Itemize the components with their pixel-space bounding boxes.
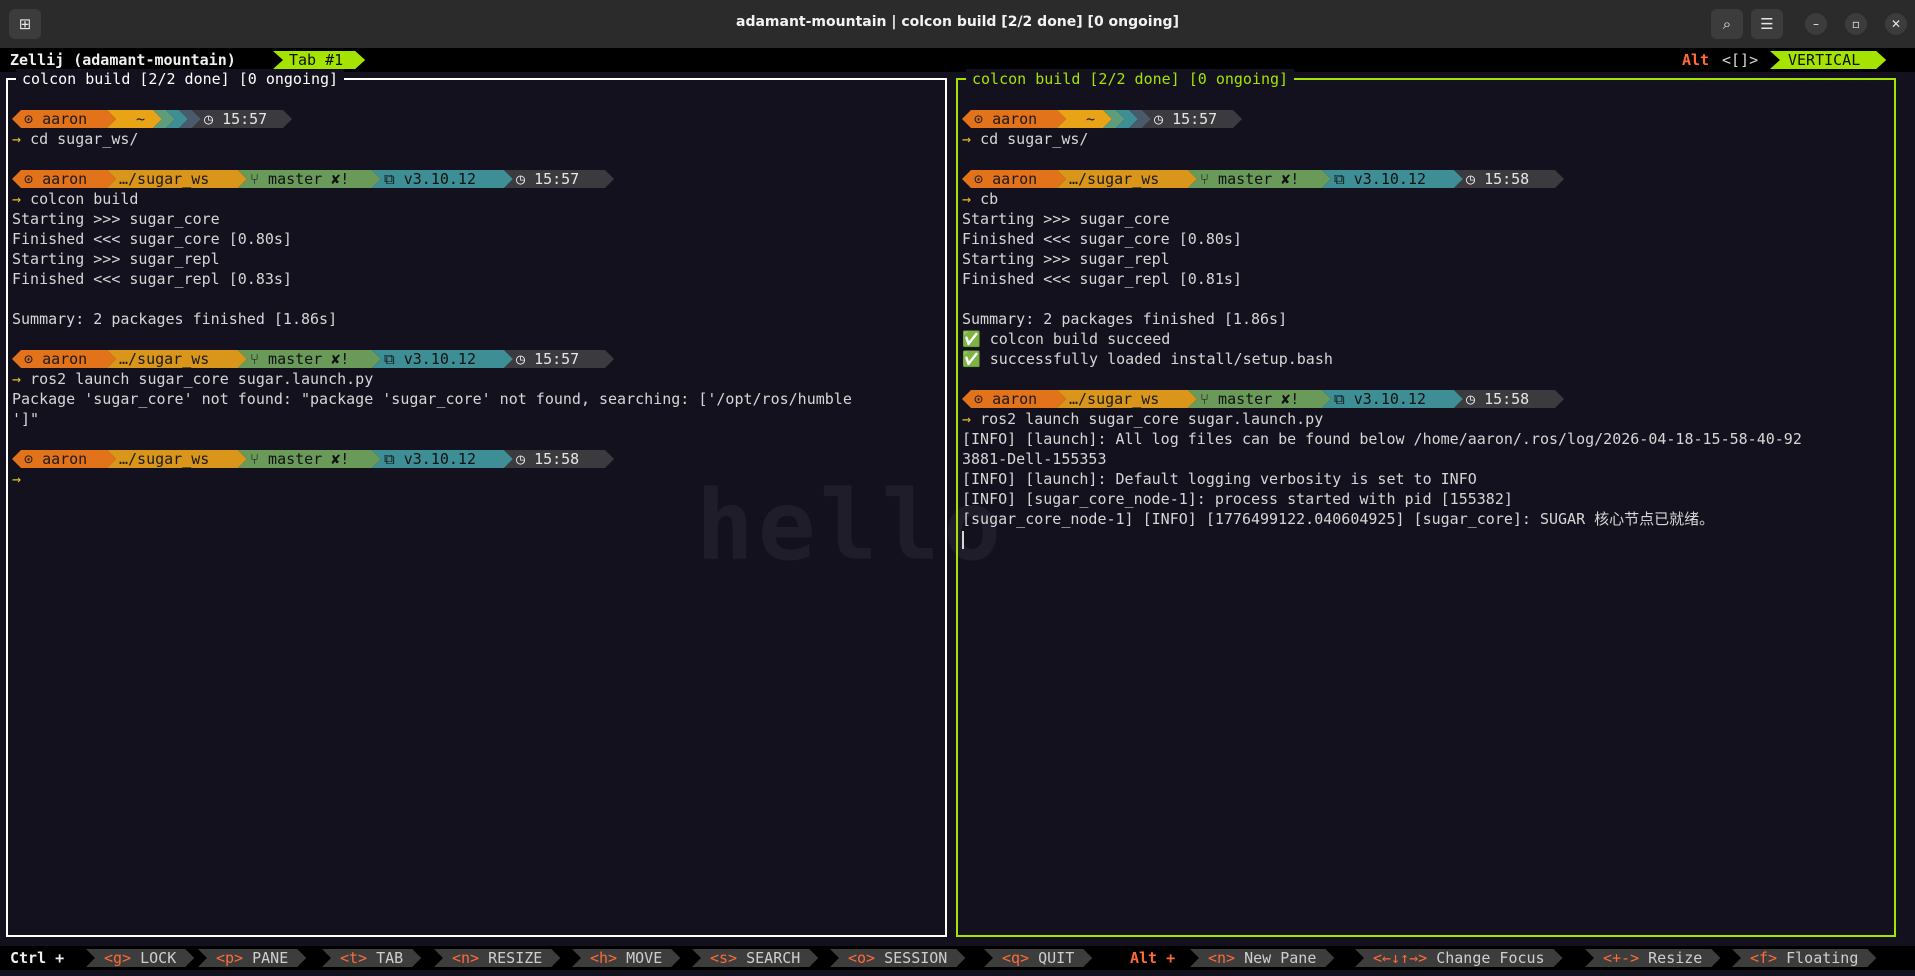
prompt-arrow-icon: → [12, 190, 22, 208]
python-icon: ⧉ [1334, 170, 1345, 188]
output-line: [sugar_core_node-1] [INFO] [1776499122.0… [962, 510, 1715, 528]
user-icon: ⊙ [974, 110, 984, 128]
shell-prompt: ⊙ aaron …/sugar_ws ⑂ master ✘! ⧉ v3.10.1… [12, 450, 48, 468]
git-branch-icon: ⑂ [1200, 170, 1210, 188]
keybind-resize-alt[interactable]: <+-> Resize [1585, 949, 1720, 967]
window-title: adamant-mountain | colcon build [2/2 don… [736, 14, 1179, 30]
clock-icon: ◷ [204, 110, 214, 128]
ctrl-label: Ctrl + [10, 949, 65, 967]
output-line: Starting >>> sugar_repl [962, 250, 1170, 268]
output-line: ✅ successfully loaded install/setup.bash [962, 350, 1333, 368]
shell-prompt: ⊙ aaron ~ ◷ 15:57 [962, 110, 998, 128]
clock-icon: ◷ [516, 450, 526, 468]
shell-prompt: ⊙ aaron …/sugar_ws ⑂ master ✘! ⧉ v3.10.1… [12, 170, 48, 188]
clock-icon: ◷ [516, 170, 526, 188]
keybind-tab[interactable]: <t> TAB [322, 949, 421, 967]
output-line: Summary: 2 packages finished [1.86s] [12, 310, 338, 328]
zellij-status-bar: Ctrl + <g> LOCK <p> PANE <t> TAB <n> RES… [0, 946, 1915, 970]
command-text: ros2 launch sugar_core sugar.launch.py [980, 410, 1324, 428]
output-line: Finished <<< sugar_repl [0.83s] [12, 270, 292, 288]
shell-prompt: ⊙ aaron ~ ◷ 15:57 [12, 110, 48, 128]
keybind-lock[interactable]: <g> LOCK [86, 949, 194, 967]
command-text: cb [980, 190, 999, 208]
prompt-arrow-icon: → [12, 130, 22, 148]
clock-icon: ◷ [1466, 390, 1476, 408]
python-icon: ⧉ [1334, 390, 1345, 408]
python-icon: ⧉ [384, 350, 395, 368]
prompt-arrow-icon: → [962, 190, 972, 208]
clock-icon: ◷ [1466, 170, 1476, 188]
output-line: Starting >>> sugar_core [962, 210, 1170, 228]
output-line: ']" [12, 410, 40, 428]
command-text: ros2 launch sugar_core sugar.launch.py [30, 370, 374, 388]
shell-prompt: ⊙ aaron …/sugar_ws ⑂ master ✘! ⧉ v3.10.1… [12, 350, 48, 368]
alt-label: Alt [1682, 51, 1710, 69]
close-button[interactable]: ✕ [1885, 13, 1907, 35]
prompt-arrow-icon: → [12, 370, 22, 388]
search-icon: ⌕ [1722, 15, 1732, 33]
git-branch-icon: ⑂ [250, 350, 260, 368]
prompt-arrow-icon: → [962, 410, 972, 428]
clock-icon: ◷ [1154, 110, 1164, 128]
shell-prompt: ⊙ aaron …/sugar_ws ⑂ master ✘! ⧉ v3.10.1… [962, 170, 998, 188]
python-icon: ⧉ [384, 450, 395, 468]
right-pane-title: colcon build [2/2 done] [0 ongoing] [966, 69, 1295, 89]
tab-1[interactable]: Tab #1 [273, 51, 365, 69]
keybind-pane[interactable]: <p> PANE [198, 949, 306, 967]
menu-button[interactable]: ☰ [1751, 9, 1783, 39]
output-line: [INFO] [sugar_core_node-1]: process star… [962, 490, 1513, 508]
output-line: Summary: 2 packages finished [1.86s] [962, 310, 1288, 328]
prompt-arrow-icon: → [12, 470, 22, 488]
keybind-new-pane[interactable]: <n> New Pane [1190, 949, 1334, 967]
minimize-button[interactable]: – [1805, 13, 1827, 35]
user-icon: ⊙ [24, 110, 34, 128]
right-terminal-pane[interactable]: colcon build [2/2 done] [0 ongoing] ⊙ aa… [956, 69, 1896, 937]
output-line: ✅ colcon build succeed [962, 330, 1171, 348]
keybind-quit[interactable]: <q> QUIT [984, 949, 1092, 967]
keybind-move[interactable]: <h> MOVE [572, 949, 680, 967]
hamburger-menu-icon: ☰ [1760, 15, 1774, 33]
keybind-search[interactable]: <s> SEARCH [692, 949, 818, 967]
keybind-change-focus[interactable]: <←↓↑→> Change Focus [1355, 949, 1563, 967]
alt-label: Alt + [1130, 949, 1176, 967]
user-icon: ⊙ [24, 170, 34, 188]
keybind-resize[interactable]: <n> RESIZE [434, 949, 560, 967]
output-line: Finished <<< sugar_core [0.80s] [962, 230, 1242, 248]
layout-indicator[interactable]: VERTICAL [1770, 51, 1886, 69]
user-icon: ⊙ [24, 350, 34, 368]
git-branch-icon: ⑂ [250, 450, 260, 468]
user-icon: ⊙ [974, 170, 984, 188]
output-line: [INFO] [launch]: All log files can be fo… [962, 430, 1802, 448]
command-text: colcon build [30, 190, 139, 208]
swap-layout-hint: <[]> [1722, 51, 1759, 69]
output-line: Finished <<< sugar_repl [0.81s] [962, 270, 1242, 288]
prompt-arrow-icon: → [962, 130, 972, 148]
keybind-floating[interactable]: <f> Floating [1732, 949, 1876, 967]
output-line: Finished <<< sugar_core [0.80s] [12, 230, 292, 248]
command-text: cd sugar_ws/ [30, 130, 139, 148]
user-icon: ⊙ [24, 450, 34, 468]
output-line: [INFO] [launch]: Default logging verbosi… [962, 470, 1477, 488]
output-line: Starting >>> sugar_core [12, 210, 220, 228]
user-icon: ⊙ [974, 390, 984, 408]
search-button[interactable]: ⌕ [1711, 9, 1743, 39]
window-titlebar: ⊞ adamant-mountain | colcon build [2/2 d… [0, 0, 1915, 48]
output-line: Starting >>> sugar_repl [12, 250, 220, 268]
terminal-cursor [962, 529, 964, 549]
left-pane-title: colcon build [2/2 done] [0 ongoing] [16, 69, 345, 89]
git-branch-icon: ⑂ [250, 170, 260, 188]
output-line: Package 'sugar_core' not found: "package… [12, 390, 852, 408]
python-icon: ⧉ [384, 170, 395, 188]
command-text: cd sugar_ws/ [980, 130, 1089, 148]
clock-icon: ◷ [516, 350, 526, 368]
keybind-session[interactable]: <o> SESSION [830, 949, 965, 967]
git-branch-icon: ⑂ [1200, 390, 1210, 408]
maximize-button[interactable]: ▫ [1845, 13, 1867, 35]
output-line: 3881-Dell-155353 [962, 450, 1107, 468]
shell-prompt: ⊙ aaron …/sugar_ws ⑂ master ✘! ⧉ v3.10.1… [962, 390, 998, 408]
